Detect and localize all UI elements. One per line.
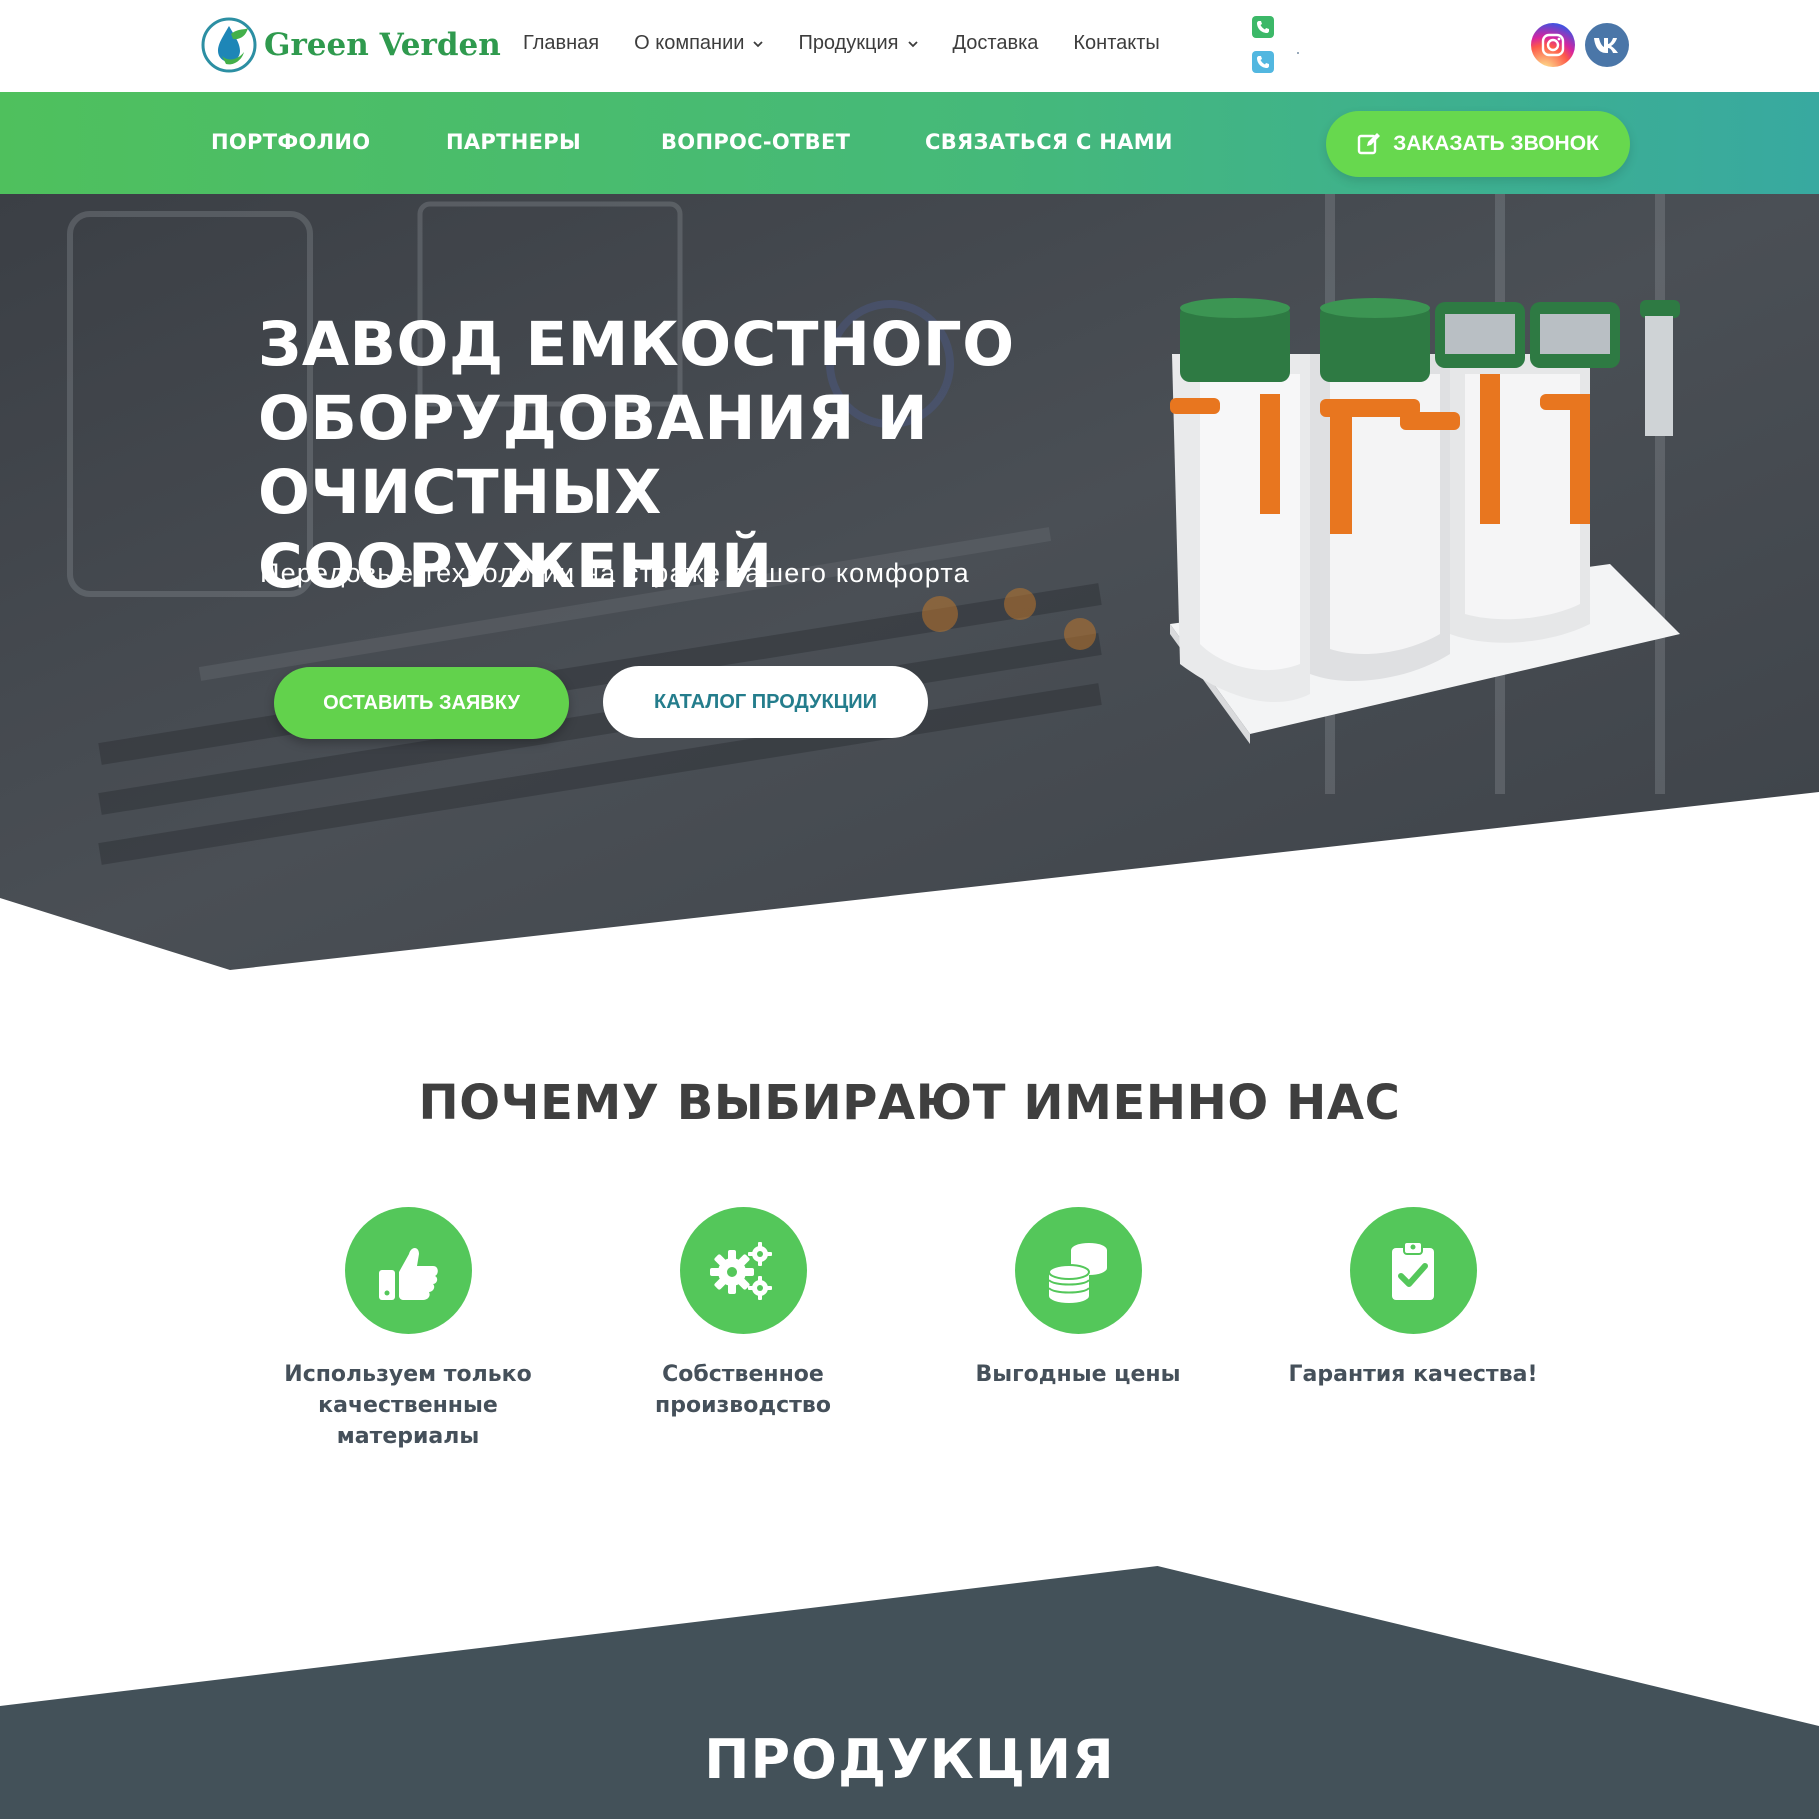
feature-circle (344, 1207, 472, 1334)
subnav-item-contact-us[interactable]: СВЯЗАТЬСЯ С НАМИ (925, 130, 1173, 154)
feature-label-line: Гарантия качества! (1288, 1362, 1538, 1387)
feature-label: Выгодные цены (928, 1359, 1228, 1390)
thumbs-up-icon (379, 1247, 438, 1300)
hero-title-line: ОБОРУДОВАНИЯ И (258, 383, 929, 454)
feature-good-prices: Выгодные цены (928, 1207, 1228, 1390)
hero-title-line: ЗАВОД ЕМКОСТНОГО (258, 309, 1015, 380)
coins-icon (1048, 1242, 1107, 1303)
feature-label-line: материалы (336, 1424, 480, 1449)
nav-item-label: О компании (634, 32, 745, 54)
feature-label-line: Используем только (284, 1362, 532, 1387)
separator-dot (1297, 52, 1299, 54)
subnav-item-partners[interactable]: ПАРТНЕРЫ (446, 130, 581, 154)
feature-label-line: производство (655, 1393, 831, 1418)
nav-item-about[interactable]: О компании (634, 32, 764, 55)
secondary-nav: ПОРТФОЛИО ПАРТНЕРЫ ВОПРОС-ОТВЕТ СВЯЗАТЬС… (0, 92, 1819, 194)
instagram-icon[interactable] (1531, 23, 1575, 67)
products-heading: ПРОДУКЦИЯ (704, 1728, 1115, 1791)
feature-circle (1349, 1207, 1477, 1334)
feature-label: Гарантия качества! (1263, 1359, 1563, 1390)
phone-links (1252, 16, 1274, 86)
feature-circle (679, 1207, 807, 1334)
feature-quality-guarantee: Гарантия качества! (1263, 1207, 1563, 1390)
nav-item-products[interactable]: Продукция (798, 32, 918, 55)
subnav-item-portfolio[interactable]: ПОРТФОЛИО (211, 130, 370, 154)
clipboard-check-icon (1392, 1240, 1434, 1300)
nav-item-contacts[interactable]: Контакты (1073, 32, 1159, 55)
feature-label: Собственное производство (593, 1359, 893, 1421)
why-us-heading: ПОЧЕМУ ВЫБИРАЮТ ИМЕННО НАС (418, 1075, 1401, 1131)
nav-item-label: Продукция (798, 32, 899, 54)
order-callback-button[interactable]: ЗАКАЗАТЬ ЗВОНОК (1326, 111, 1630, 177)
feature-label: Используем только качественные материалы (258, 1359, 558, 1452)
nav-item-label: Главная (523, 32, 600, 54)
chevron-down-icon (907, 40, 918, 47)
nav-item-delivery[interactable]: Доставка (953, 32, 1039, 55)
product-catalog-button[interactable]: КАТАЛОГ ПРОДУКЦИИ (603, 666, 928, 738)
telegram-phone-icon[interactable] (1252, 51, 1274, 73)
gears-icon (710, 1241, 772, 1300)
main-nav: Главная О компании Продукция Доставка Ко… (523, 32, 1195, 55)
chevron-down-icon (753, 40, 764, 47)
feature-quality-materials: Используем только качественные материалы (258, 1207, 558, 1452)
nav-item-home[interactable]: Главная (523, 32, 599, 55)
nav-item-label: Доставка (952, 32, 1039, 54)
feature-circle (1014, 1207, 1142, 1334)
nav-item-label: Контакты (1073, 32, 1160, 54)
logo[interactable]: Green Verden (200, 16, 501, 74)
top-header: Green Verden Главная О компании Продукци… (0, 0, 1819, 92)
feature-label-line: Собственное (662, 1362, 824, 1387)
septic-tank-product-image (1170, 298, 1680, 744)
hero-section: ЗАВОД ЕМКОСТНОГО ОБОРУДОВАНИЯ И ОЧИСТНЫХ… (0, 194, 1819, 970)
feature-own-production: Собственное производство (593, 1207, 893, 1421)
logo-drop-icon (201, 17, 257, 73)
vk-icon[interactable] (1585, 23, 1629, 67)
feature-label-line: Выгодные цены (975, 1362, 1181, 1387)
edit-icon (1357, 133, 1381, 155)
logo-text: Green Verden (264, 27, 501, 63)
page: Green Verden Главная О компании Продукци… (0, 0, 1819, 1819)
feature-label-line: качественные (318, 1393, 498, 1418)
hero-subtitle: Передовые технологии на страже вашего ко… (260, 558, 970, 588)
leave-request-button[interactable]: ОСТАВИТЬ ЗАЯВКУ (274, 667, 569, 739)
whatsapp-phone-icon[interactable] (1252, 16, 1274, 38)
order-callback-label: ЗАКАЗАТЬ ЗВОНОК (1393, 132, 1599, 155)
subnav-item-faq[interactable]: ВОПРОС-ОТВЕТ (661, 130, 850, 154)
